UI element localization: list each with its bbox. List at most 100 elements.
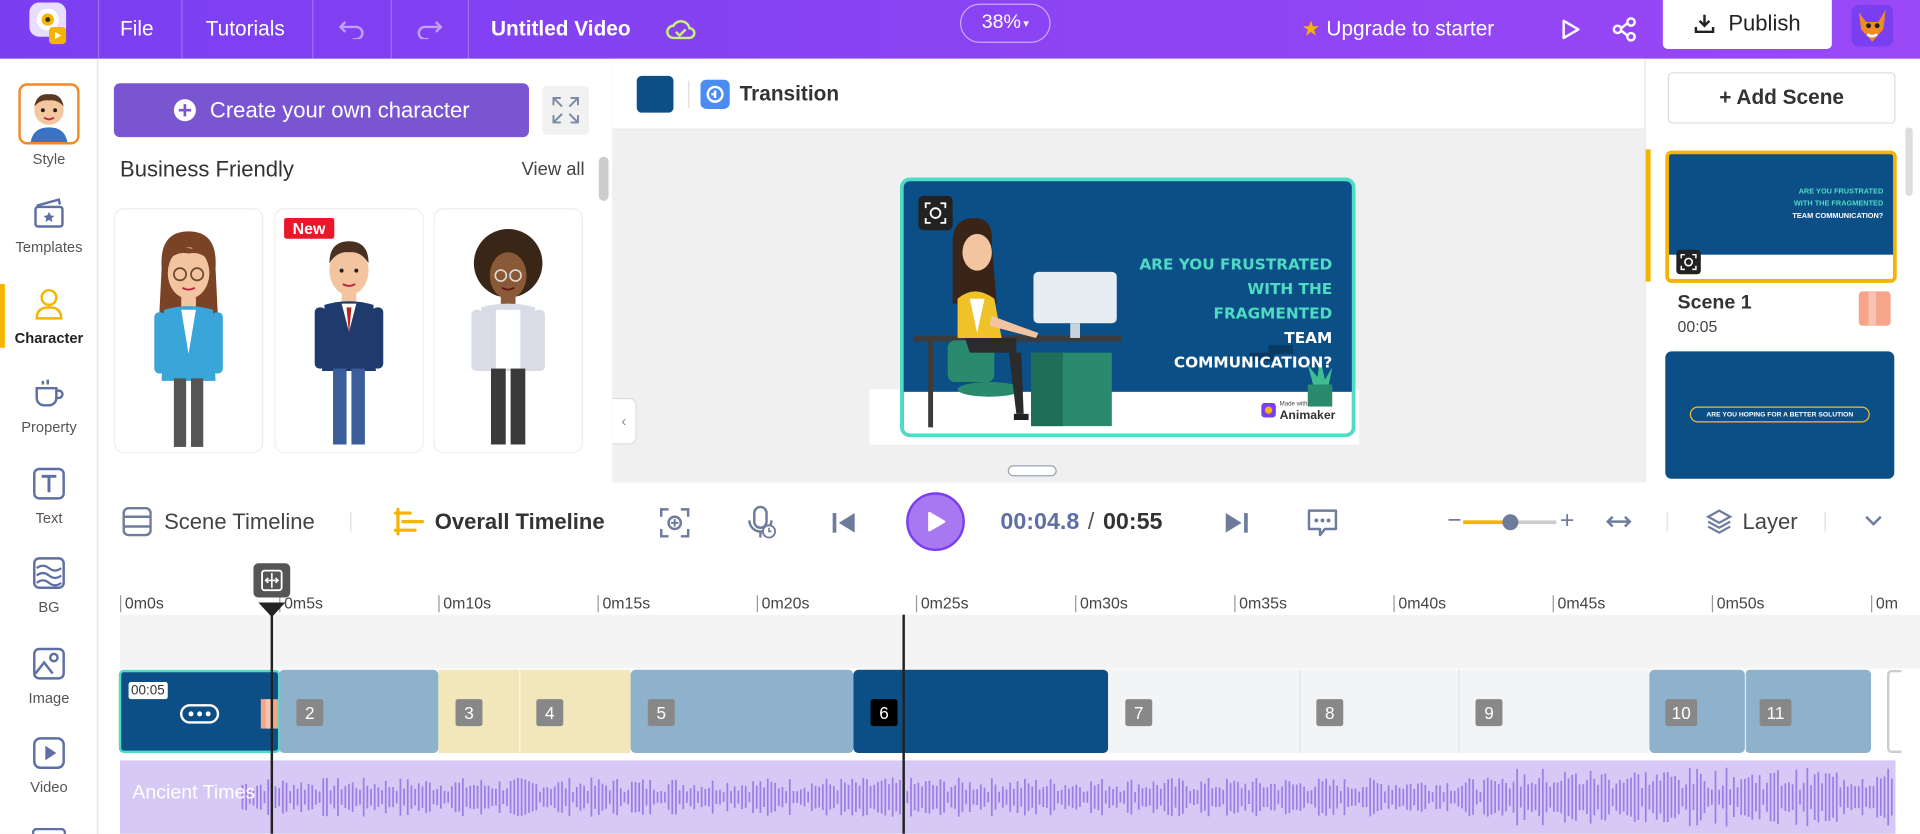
resize-handle[interactable] [1007,465,1057,477]
collapse-panel-icon[interactable]: ‹ [612,397,637,445]
more-rail-icon [31,827,67,834]
layer-button[interactable]: Layer [1705,508,1798,535]
animaker-logo-icon [1261,402,1276,418]
collapse-timeline-icon[interactable] [1862,509,1884,537]
play-icon [928,511,946,532]
transition-button[interactable]: Transition [700,79,839,109]
character-card[interactable] [113,208,264,454]
rail-item-templates[interactable]: Templates [0,196,98,282]
panel-scrollbar[interactable] [598,156,609,201]
fit-width-icon[interactable] [1605,511,1632,539]
play-button[interactable] [906,492,965,552]
audio-waveform [241,767,1893,827]
scene-block-9[interactable]: 9 [1458,669,1650,754]
playhead-icon [261,569,283,592]
rail-item-text[interactable]: Text [0,467,98,553]
scene-1-duration: 00:05 [1677,317,1718,336]
animaker-watermark: Made with Animaker [1261,399,1335,422]
transition-marker[interactable] [260,699,278,729]
scene-block-10[interactable]: 10 [1649,669,1745,754]
scene-block-3[interactable]: 3 [438,669,520,754]
redo-icon[interactable] [416,0,443,59]
scene-block-2[interactable]: 2 [279,669,439,754]
audio-label: Ancient Times [132,782,256,804]
property-icon [32,376,66,410]
create-character-button[interactable]: Create your own character [113,83,529,138]
scene-block-5[interactable]: 5 [630,669,854,754]
skip-back-icon[interactable] [830,511,857,542]
more-options-icon[interactable] [180,704,220,724]
avatar-style-icon [18,83,80,145]
templates-icon [32,196,66,230]
left-rail: Style Templates Character Property Text … [0,58,98,834]
tutorials-menu[interactable]: Tutorials [206,0,285,59]
character-card[interactable] [433,208,583,454]
scene-block-7[interactable]: 7 [1108,669,1300,754]
scenes-scrollbar[interactable] [1905,127,1913,196]
app-logo[interactable] [24,0,73,49]
plus-circle-icon [174,99,197,122]
add-scene-button[interactable]: + Add Scene [1667,72,1896,124]
video-title[interactable]: Untitled Video [491,0,631,59]
rail-item-style[interactable]: Style [0,83,98,169]
rail-item-bg[interactable]: BG [0,556,98,642]
scene-timeline-icon [122,506,152,537]
scene-block-8[interactable]: 8 [1299,669,1459,754]
text-icon [32,467,66,501]
upgrade-link[interactable]: ★ Upgrade to starter [1302,0,1495,59]
cloud-saved-icon [665,0,697,59]
preview-play-icon[interactable] [1558,0,1582,59]
zoom-out-icon[interactable]: − [1447,507,1461,535]
stage-headline: ARE YOU FRUSTRATED WITH THE FRAGMENTED T… [1139,254,1333,372]
overall-timeline-tab[interactable]: Overall Timeline [393,507,605,536]
undo-icon[interactable] [338,0,365,59]
hover-line [902,614,905,834]
rail-item-character[interactable]: Character [0,284,98,373]
publish-button[interactable]: Publish [1662,0,1832,49]
record-voice-icon[interactable] [746,504,778,547]
expand-icon[interactable] [542,85,589,135]
animaker-editor: File Tutorials Untitled Video 38% ▾ ★ Upg… [0,0,1920,834]
scene-1-thumbnail[interactable]: ARE YOU FRUSTRATED WITH THE FRAGMENTED T… [1665,150,1897,283]
timeline-area: 0m0s 0m5s 0m10s 0m15s 0m20s 0m25s 0m30s … [99,560,1920,834]
snapshot-icon [1676,249,1701,275]
ruler-lane [120,614,1920,669]
capture-icon[interactable] [659,507,691,545]
scene-block-11[interactable]: 11 [1744,669,1872,754]
scene-color-tag[interactable] [1858,291,1891,326]
timeline-toolbar: Scene Timeline Overall Timeline 00:04.8 … [99,482,1920,561]
image-icon [32,647,66,681]
rail-item-video[interactable]: Video [0,736,98,822]
scene-block-6[interactable]: 6 [853,669,1109,754]
audio-track[interactable]: Ancient Times [120,760,1896,834]
rail-item-property[interactable]: Property [0,376,98,462]
timeline-zoom-slider[interactable] [1463,514,1557,531]
layers-icon [1705,509,1733,534]
file-menu[interactable]: File [120,0,154,59]
user-avatar[interactable] [1851,4,1894,47]
share-icon[interactable] [1611,0,1638,59]
video-icon [32,736,66,770]
scene-block-next[interactable] [1886,669,1902,754]
scene-1-title[interactable]: Scene 1 [1678,293,1752,315]
zoom-in-icon[interactable]: + [1560,507,1574,535]
subtitle-icon[interactable] [1305,507,1339,545]
download-icon [1695,14,1715,34]
rail-item-image[interactable]: Image [0,647,98,733]
view-all-link[interactable]: View all [522,159,585,180]
scene-block-1[interactable]: 00:05 [118,669,281,754]
transition-icon [700,79,730,109]
playhead-handle[interactable] [253,563,291,598]
character-card[interactable]: New [274,208,424,454]
stage-preview[interactable]: ARE YOU FRUSTRATED WITH THE FRAGMENTED T… [900,177,1356,438]
zoom-dropdown[interactable]: 38% ▾ [960,3,1051,43]
bg-icon [32,556,66,590]
scene-2-thumbnail[interactable]: ARE YOU HOPING FOR A BETTER SOLUTION [1665,351,1895,479]
overall-timeline-icon [393,507,425,536]
scene-block-4[interactable]: 4 [519,669,631,754]
scenes-panel: + Add Scene ARE YOU FRUSTRATED WITH THE … [1644,58,1920,483]
bg-color-swatch[interactable] [636,75,674,113]
scene-timeline-tab[interactable]: Scene Timeline [122,506,315,537]
skip-forward-icon[interactable] [1223,511,1250,542]
character-panel: Create your own character Business Frien… [99,58,613,483]
